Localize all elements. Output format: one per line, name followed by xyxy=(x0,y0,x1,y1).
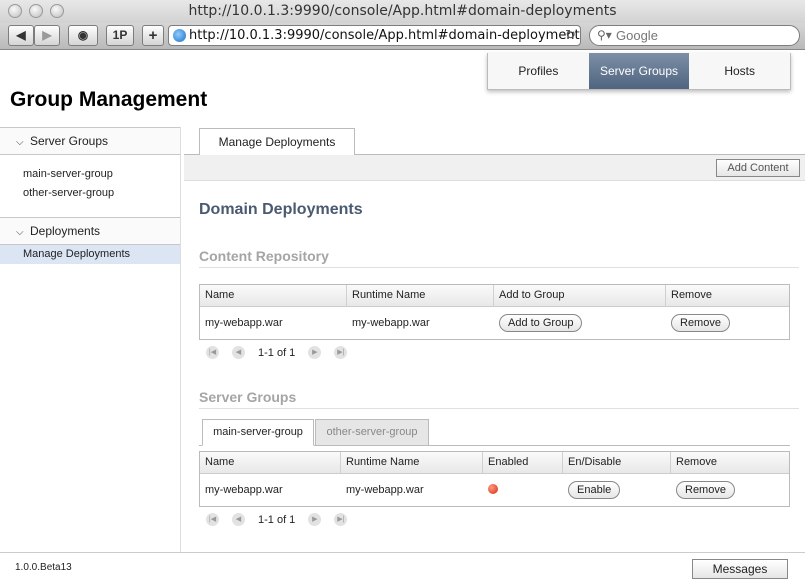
first-page-icon[interactable]: |◀ xyxy=(206,346,219,359)
onepassword-button[interactable]: 1P xyxy=(106,25,134,46)
search-placeholder: Google xyxy=(616,28,658,43)
globe-icon xyxy=(173,29,186,42)
forward-arrow-icon: ▶ xyxy=(42,28,52,42)
tab-manage-deployments[interactable]: Manage Deployments xyxy=(199,128,355,156)
sidebar-item-manage-deployments[interactable]: Manage Deployments xyxy=(0,245,180,264)
previous-page-icon[interactable]: ◀ xyxy=(232,346,245,359)
server-groups-pager: |◀ ◀ 1-1 of 1 ▶ ▶| xyxy=(206,513,360,526)
page-title: Group Management xyxy=(10,88,208,111)
add-to-group-button[interactable]: Add to Group xyxy=(499,314,583,332)
reload-icon[interactable]: ↻ xyxy=(565,26,576,45)
sidebar-item-main-server-group[interactable]: main-server-group xyxy=(0,165,180,184)
version-label: 1.0.0.Beta13 xyxy=(15,562,72,573)
enable-button[interactable]: Enable xyxy=(568,481,621,499)
pager-range: 1-1 of 1 xyxy=(258,346,296,359)
remove-button[interactable]: Remove xyxy=(671,314,730,332)
next-page-icon[interactable]: ▶ xyxy=(308,346,322,359)
nav-hosts[interactable]: Hosts xyxy=(689,53,790,89)
window-title-bar: http://10.0.1.3:9990/console/App.html#do… xyxy=(0,0,805,23)
tab-main-server-group[interactable]: main-server-group xyxy=(202,419,314,446)
content-repository-heading: Content Repository xyxy=(199,248,329,264)
column-header-remove[interactable]: Remove xyxy=(671,452,789,473)
minimize-window-icon[interactable] xyxy=(29,4,43,18)
sidebar-section-label: Deployments xyxy=(30,224,101,238)
action-bar: Add Content xyxy=(184,155,805,181)
table-header: Name Runtime Name Enabled En/Disable Rem… xyxy=(200,452,789,474)
address-text: http://10.0.1.3:9990/console/App.html#do… xyxy=(189,28,580,43)
domain-deployments-heading: Domain Deployments xyxy=(199,201,363,218)
last-page-icon[interactable]: ▶| xyxy=(334,346,348,359)
nav-server-groups[interactable]: Server Groups xyxy=(588,53,690,89)
next-page-icon[interactable]: ▶ xyxy=(308,513,322,526)
column-header-runtime-name[interactable]: Runtime Name xyxy=(347,285,494,306)
chevron-down-icon: ⌵ xyxy=(16,227,24,238)
back-button[interactable]: ◀ xyxy=(8,25,34,46)
back-arrow-icon: ◀ xyxy=(16,28,26,42)
cell-runtime-name: my-webapp.war xyxy=(346,484,424,496)
search-input[interactable]: ⚲▾ Google xyxy=(589,25,800,46)
main-tabstrip: Manage Deployments xyxy=(184,128,805,156)
window-title: http://10.0.1.3:9990/console/App.html#do… xyxy=(188,3,617,19)
cell-name: my-webapp.war xyxy=(205,484,283,496)
column-header-name[interactable]: Name xyxy=(200,285,347,306)
last-page-icon[interactable]: ▶| xyxy=(334,513,348,526)
messages-button[interactable]: Messages xyxy=(692,559,788,579)
repository-pager: |◀ ◀ 1-1 of 1 ▶ ▶| xyxy=(206,346,360,359)
search-icon: ⚲▾ xyxy=(597,28,612,42)
server-groups-heading: Server Groups xyxy=(199,389,297,405)
column-header-remove[interactable]: Remove xyxy=(666,285,789,306)
sidebar: ⌵ Server Groups main-server-group other-s… xyxy=(0,127,181,552)
add-content-button[interactable]: Add Content xyxy=(716,159,800,177)
table-row: my-webapp.war my-webapp.war Enable Remov… xyxy=(200,474,789,506)
close-window-icon[interactable] xyxy=(8,4,22,18)
add-bookmark-button[interactable]: + xyxy=(142,25,164,46)
divider xyxy=(199,408,799,409)
browser-toolbar: ◀ ▶ ◉ 1P + http://10.0.1.3:9990/console/… xyxy=(0,23,805,50)
table-header: Name Runtime Name Add to Group Remove xyxy=(200,285,789,307)
cell-name: my-webapp.war xyxy=(205,317,283,329)
column-header-runtime-name[interactable]: Runtime Name xyxy=(341,452,483,473)
table-row: my-webapp.war my-webapp.war Add to Group… xyxy=(200,307,789,339)
column-header-name[interactable]: Name xyxy=(200,452,341,473)
remove-button[interactable]: Remove xyxy=(676,481,735,499)
tab-other-server-group[interactable]: other-server-group xyxy=(315,419,429,446)
disabled-status-icon xyxy=(488,483,498,494)
top-navigation: Profiles Server Groups Hosts xyxy=(487,53,791,90)
chevron-down-icon: ⌵ xyxy=(16,137,24,148)
server-group-tabs: main-server-group other-server-group xyxy=(199,419,790,446)
column-header-en-disable[interactable]: En/Disable xyxy=(563,452,671,473)
pager-range: 1-1 of 1 xyxy=(258,513,296,526)
server-group-deployments-table: Name Runtime Name Enabled En/Disable Rem… xyxy=(199,451,790,507)
divider xyxy=(199,267,799,268)
forward-button[interactable]: ▶ xyxy=(34,25,60,46)
evernote-button[interactable]: ◉ xyxy=(68,25,98,46)
first-page-icon[interactable]: |◀ xyxy=(206,513,219,526)
zoom-window-icon[interactable] xyxy=(50,4,64,18)
cell-runtime-name: my-webapp.war xyxy=(352,317,430,329)
sidebar-section-server-groups[interactable]: ⌵ Server Groups xyxy=(0,127,180,155)
column-header-enabled[interactable]: Enabled xyxy=(483,452,563,473)
nav-profiles[interactable]: Profiles xyxy=(488,53,589,89)
sidebar-item-other-server-group[interactable]: other-server-group xyxy=(0,184,180,203)
sidebar-section-label: Server Groups xyxy=(30,134,109,148)
content-repository-table: Name Runtime Name Add to Group Remove my… xyxy=(199,284,790,340)
column-header-add-to-group[interactable]: Add to Group xyxy=(494,285,666,306)
footer: 1.0.0.Beta13 Messages xyxy=(0,552,805,584)
elephant-icon: ◉ xyxy=(77,28,89,42)
sidebar-section-deployments[interactable]: ⌵ Deployments xyxy=(0,217,180,245)
address-bar[interactable]: http://10.0.1.3:9990/console/App.html#do… xyxy=(168,25,581,46)
previous-page-icon[interactable]: ◀ xyxy=(232,513,245,526)
